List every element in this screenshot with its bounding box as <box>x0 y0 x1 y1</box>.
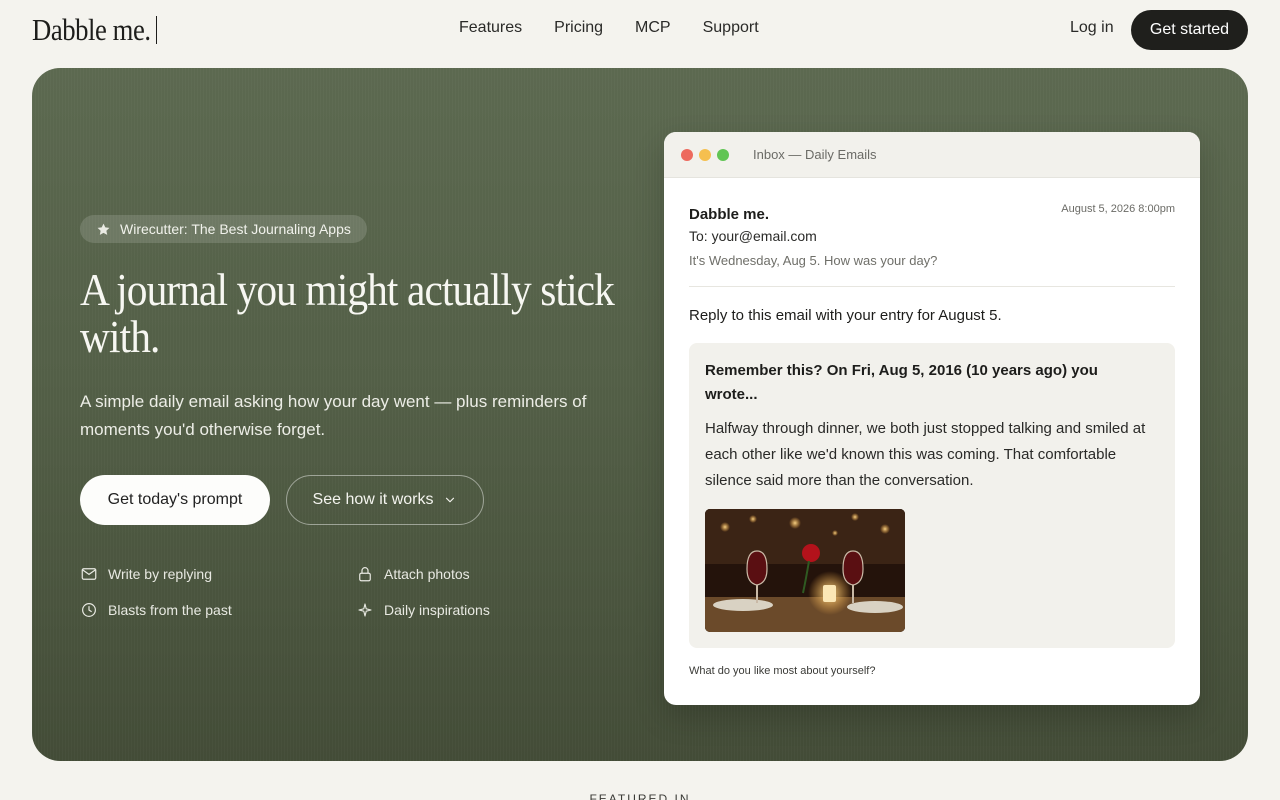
badge-label: Wirecutter: The Best Journaling Apps <box>120 221 351 237</box>
feature-label: Attach photos <box>384 566 470 582</box>
memory-block: Remember this? On Fri, Aug 5, 2016 (10 y… <box>689 343 1175 648</box>
dinner-photo <box>705 509 905 632</box>
dinner-photo-illustration <box>705 509 905 632</box>
email-sender: Dabble me. <box>689 206 770 223</box>
hero-subtext: A simple daily email asking how your day… <box>80 392 587 439</box>
logo[interactable]: Dabble me. <box>32 12 151 47</box>
see-how-it-works-button[interactable]: See how it works <box>286 475 484 525</box>
top-nav: Dabble me. Features Pricing MCP Support … <box>0 0 1280 62</box>
clock-icon <box>82 603 96 617</box>
get-todays-prompt-button[interactable]: Get today's prompt <box>80 475 270 525</box>
star-icon <box>97 223 110 235</box>
email-reply-instruction: Reply to this email with your entry for … <box>689 307 1002 324</box>
see-how-it-works-label: See how it works <box>312 491 434 508</box>
logo-cursor-bar <box>156 16 157 44</box>
inbox-title: Inbox — Daily Emails <box>753 147 877 162</box>
hero-section: Wirecutter: The Best Journaling Apps A j… <box>32 68 1248 761</box>
email-divider <box>689 286 1175 287</box>
email-preview-card: Inbox — Daily Emails Dabble me. August 5… <box>664 132 1200 705</box>
get-started-button[interactable]: Get started <box>1131 10 1248 50</box>
wirecutter-badge[interactable]: Wirecutter: The Best Journaling Apps <box>80 215 367 243</box>
email-date: August 5, 2026 8:00pm <box>1061 203 1175 215</box>
memory-title: Remember this? On Fri, Aug 5, 2016 (10 y… <box>705 362 1098 403</box>
window-titlebar: Inbox — Daily Emails <box>664 132 1200 178</box>
email-subject: It's Wednesday, Aug 5. How was your day? <box>689 253 938 268</box>
nav-link-features[interactable]: Features <box>459 19 522 37</box>
feature-attach-photos: Attach photos <box>356 565 470 583</box>
hero-headline: A journal you might actually stick with. <box>80 264 615 362</box>
feature-daily-inspirations: Daily inspirations <box>356 601 490 619</box>
feature-label: Blasts from the past <box>108 602 232 618</box>
nav-link-support[interactable]: Support <box>703 19 759 37</box>
lock-icon <box>359 567 371 582</box>
feature-label: Write by replying <box>108 566 213 582</box>
memory-body: Halfway through dinner, we both just sto… <box>705 420 1146 489</box>
chevron-down-icon <box>446 497 455 503</box>
feature-blasts-from-the-past: Blasts from the past <box>80 601 232 619</box>
window-maximize-dot <box>717 149 729 161</box>
nav-links: Features Pricing MCP Support <box>459 19 791 37</box>
featured-in-heading: FEATURED IN <box>589 792 691 800</box>
feature-write-by-replying: Write by replying <box>80 565 212 583</box>
email-recipient: To: your@email.com <box>689 228 817 244</box>
daily-prompt: What do you like most about yourself? <box>689 665 876 677</box>
nav-link-pricing[interactable]: Pricing <box>554 19 603 37</box>
feature-label: Daily inspirations <box>384 602 490 618</box>
nav-link-mcp[interactable]: MCP <box>635 19 671 37</box>
window-minimize-dot <box>699 149 711 161</box>
window-close-dot <box>681 149 693 161</box>
envelope-icon <box>81 568 97 580</box>
sparkle-icon <box>358 603 372 617</box>
login-link[interactable]: Log in <box>1070 19 1114 37</box>
